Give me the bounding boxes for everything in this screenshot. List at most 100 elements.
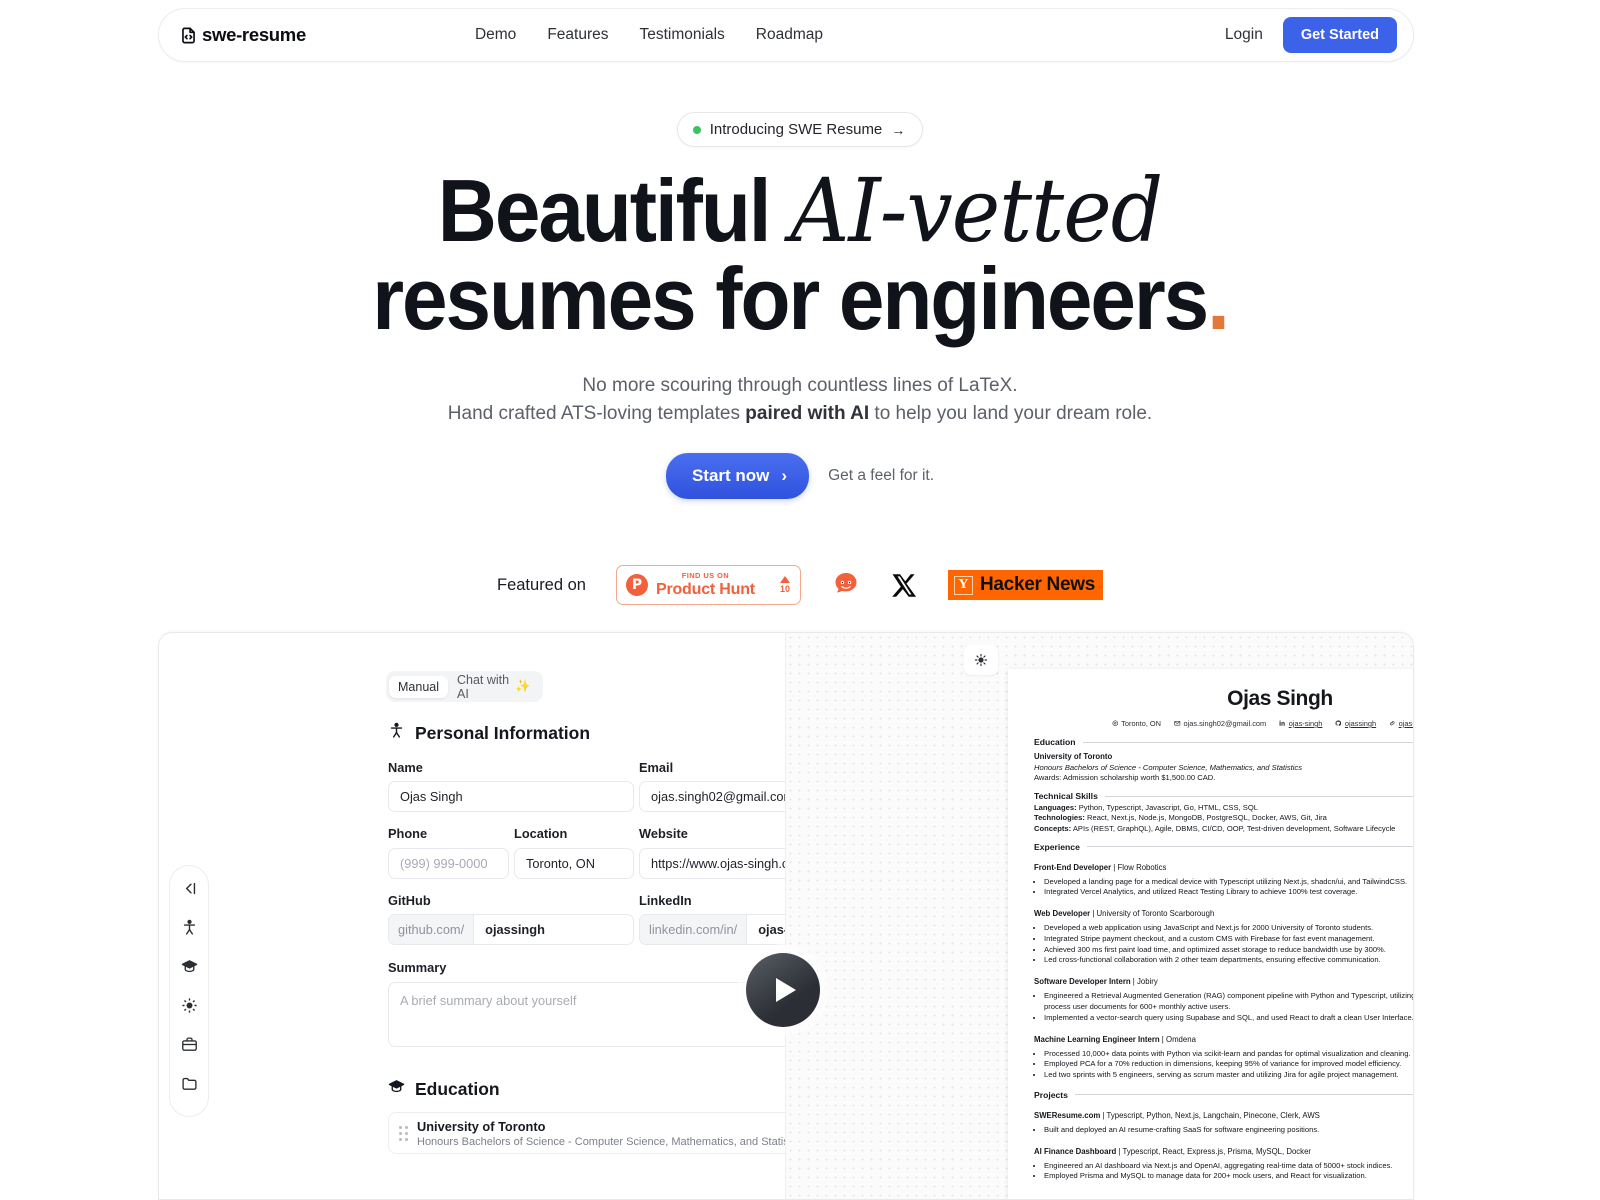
resume-contact-email: ojas.singh02@gmail.com [1174, 719, 1266, 728]
resume-bullet: Led two sprints with 5 engineers, servin… [1044, 1070, 1413, 1081]
collapse-sidebar-icon[interactable] [181, 880, 198, 897]
resume-project-title: AI Finance Dashboard | Typescript, React… [1034, 1141, 1311, 1159]
nav-link-demo[interactable]: Demo [475, 26, 516, 44]
location-input[interactable]: Toronto, ON [514, 848, 634, 879]
resume-contact-github[interactable]: ojassingh [1335, 719, 1376, 728]
resume-contact-website[interactable]: ojas-singh.com [1389, 719, 1413, 728]
editor-sidebar [169, 865, 209, 1117]
resume-bullet: Built and deployed an AI resume-crafting… [1044, 1125, 1413, 1136]
tab-manual[interactable]: Manual [389, 675, 448, 698]
resume-bullet: Developed a landing page for a medical d… [1044, 877, 1413, 888]
label-location: Location [514, 826, 568, 841]
education-item-title: University of Toronto [417, 1118, 546, 1134]
github-input[interactable]: github.com/ ojassingh [388, 914, 634, 945]
tab-chat-with-ai[interactable]: Chat with AI ✨ [448, 669, 540, 705]
sidebar-item-settings-icon[interactable] [181, 997, 198, 1014]
headline-italic: AI-vetted [790, 159, 1163, 262]
start-now-button[interactable]: Start now › [665, 453, 810, 500]
sidebar-item-projects-icon[interactable] [181, 1075, 198, 1092]
resume-experience-title: Front-End Developer | Flow Robotics [1034, 857, 1166, 875]
resume-experience-role: Front-End Developer [1034, 862, 1112, 872]
nav-link-testimonials[interactable]: Testimonials [639, 26, 724, 44]
resume-preview-panel: Print Settings Ojas Singh Toronto, ON [786, 633, 1413, 1199]
resume-project-item: AI Finance Dashboard | Typescript, React… [1034, 1141, 1413, 1183]
name-input[interactable]: Ojas Singh [388, 781, 634, 812]
label-name: Name [388, 760, 423, 775]
resume-section-projects: Projects [1034, 1089, 1413, 1100]
resume-bullet: Processed 10,000+ data points with Pytho… [1044, 1049, 1413, 1060]
product-hunt-texts: FIND US ON Product Hunt [656, 572, 755, 598]
education-list: University of Toronto Honours Bachelors … [159, 1111, 885, 1171]
label-linkedin: LinkedIn [639, 893, 692, 908]
person-icon [388, 721, 405, 745]
page-title: Beautiful AI-vetted resumes for engineer… [56, 167, 1544, 343]
label-phone: Phone [388, 826, 428, 841]
resume-project-bullets: Engineered an AI dashboard via Next.js a… [1044, 1161, 1413, 1183]
education-item-subtitle: Honours Bachelors of Science - Computer … [417, 1135, 806, 1148]
tab-chat-with-ai-label: Chat with AI [457, 672, 510, 701]
resume-bullet: Led cross-functional collaboration with … [1044, 955, 1413, 966]
resume-experience-item: Web Developer | University of Toronto Sc… [1034, 903, 1413, 966]
reddit-icon[interactable] [831, 570, 861, 600]
resume-contact-location-text: Toronto, ON [1121, 719, 1162, 728]
resume-experience-item: Software Developer Intern | JobirySep 20… [1034, 971, 1413, 1024]
resume-section-skills: Technical Skills [1034, 791, 1413, 801]
drag-handle-icon[interactable] [399, 1125, 408, 1141]
section-title-personal-label: Personal Information [415, 722, 591, 743]
resume-experience-company: | Omdena [1159, 1034, 1196, 1044]
label-summary: Summary [388, 960, 447, 975]
headline-part-1: Beautiful [437, 161, 791, 260]
resume-skill-value: React, Next.js, Node.js, MongoDB, Postgr… [1084, 813, 1327, 822]
resume-project-item: SWEResume.com | Typescript, Python, Next… [1034, 1105, 1413, 1136]
product-hunt-votes: 10 [779, 576, 790, 594]
resume-skill-value: APIs (REST, GraphQL), Agile, DBMS, CI/CD… [1071, 823, 1396, 833]
resume-experience-item: Front-End Developer | Flow RoboticsMay 2… [1034, 857, 1413, 899]
resume-experience-company: | Jobiry [1130, 977, 1158, 987]
resume-bullet: Developed a web application using JavaSc… [1044, 923, 1413, 934]
nav-link-roadmap[interactable]: Roadmap [756, 26, 823, 44]
sidebar-item-education-icon[interactable] [181, 958, 198, 975]
resume-project-name: AI Finance Dashboard [1034, 1146, 1117, 1156]
resume-experience-bullets: Developed a web application using JavaSc… [1044, 923, 1413, 966]
login-link[interactable]: Login [1225, 26, 1265, 44]
cta-row: Start now › Get a feel for it. [0, 453, 1600, 500]
resume-bullet: Implemented a vector-search query using … [1044, 1013, 1413, 1024]
label-website: Website [639, 826, 688, 841]
resume-bullet: Employed Prisma and MySQL to manage data… [1044, 1171, 1413, 1182]
chevron-right-icon: › [781, 466, 788, 486]
section-rule [1074, 1094, 1413, 1096]
announcement-pill[interactable]: Introducing SWE Resume → [676, 112, 924, 147]
announcement-label: Introducing SWE Resume [709, 121, 883, 138]
featured-on-row: Featured on P FIND US ON Product Hunt 10 [0, 565, 1600, 606]
sidebar-item-experience-icon[interactable] [181, 1036, 198, 1053]
product-hunt-badge[interactable]: P FIND US ON Product Hunt 10 [615, 565, 801, 606]
headline-part-2: resumes for engineers [372, 249, 1209, 348]
editor-panel: Manual Chat with AI ✨ Personal Informati… [159, 633, 885, 1199]
resume-section-education: Education [1034, 737, 1413, 747]
resume-skill-label: Technologies: [1034, 813, 1085, 822]
editor-mode-toggle: Manual Chat with AI ✨ [386, 671, 543, 702]
x-twitter-icon[interactable] [891, 572, 918, 599]
theme-toggle-button[interactable] [964, 645, 998, 675]
get-started-button[interactable]: Get Started [1282, 17, 1397, 53]
nav-link-features[interactable]: Features [547, 26, 608, 44]
sidebar-item-personal-icon[interactable] [181, 919, 198, 936]
section-title-education: Education [388, 1077, 500, 1101]
hacker-news-badge[interactable]: Y Hacker News [947, 570, 1103, 601]
play-video-button[interactable] [737, 944, 829, 1036]
resume-education-heading: Education [1034, 737, 1076, 747]
play-button-circle [746, 953, 820, 1027]
resume-experience-title: Software Developer Intern | Jobiry [1034, 971, 1158, 989]
resume-experience-role: Machine Learning Engineer Intern [1034, 1034, 1160, 1044]
brand-logo[interactable]: swe-resume [179, 24, 306, 46]
resume-experience-title: Machine Learning Engineer Intern | Omden… [1034, 1029, 1196, 1047]
resume-projects-heading: Projects [1034, 1089, 1068, 1100]
status-dot-icon [692, 125, 701, 134]
resume-contact-linkedin[interactable]: ojas-singh [1279, 719, 1322, 728]
section-rule [1104, 795, 1413, 797]
resume-experience-item: Machine Learning Engineer Intern | Omden… [1034, 1029, 1413, 1081]
phone-input[interactable]: (999) 999-0000 [388, 848, 509, 879]
subtitle-line-1: No more scouring through countless lines… [582, 375, 1018, 396]
feel-text: Get a feel for it. [828, 467, 935, 485]
subtitle-line-2-b: to help you land your dream role. [869, 402, 1153, 424]
